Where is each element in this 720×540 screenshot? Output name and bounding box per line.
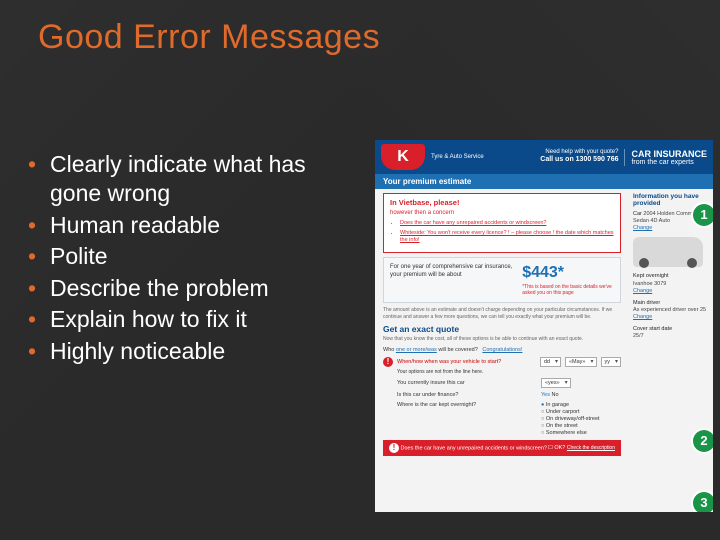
kept-option[interactable]: In garage: [541, 402, 600, 408]
congrats-link[interactable]: Congratulations!: [482, 347, 522, 353]
who-prefix: Who: [383, 347, 394, 353]
dob-subline: Your options are not from the line here.: [397, 369, 621, 375]
help-label: Need help with your quote?: [540, 149, 618, 156]
who-line: Who one or more/was will be covered? Con…: [383, 347, 621, 353]
dob-year-select[interactable]: yy: [601, 357, 622, 367]
premium-price: $443*: [522, 264, 614, 282]
sidebar-change-link[interactable]: Change: [633, 288, 652, 294]
product-name-sub: from the car experts: [631, 159, 707, 166]
help-phone: Call us on 1300 590 766: [540, 156, 618, 164]
bullet-item: Explain how to fix it: [22, 305, 362, 334]
callout-badge-3: 3: [693, 492, 713, 512]
brand-logo-icon: K: [381, 144, 425, 170]
sidebar-title: Information you have provided: [633, 193, 707, 207]
kept-option[interactable]: On the street: [541, 423, 600, 429]
who-suffix: will be covered?: [438, 347, 477, 353]
sidebar-overnight-value: Ivanhoe 3079: [633, 281, 666, 287]
premium-estimate-box: For one year of comprehensive car insura…: [383, 257, 621, 303]
sidebar-cover-value: 25/7: [633, 333, 644, 339]
who-link[interactable]: one or more/was: [396, 347, 437, 353]
help-block: Need help with your quote? Call us on 13…: [540, 149, 618, 165]
error-link[interactable]: Does the car have any unrepaired acciden…: [400, 220, 614, 227]
kept-option[interactable]: Under carport: [541, 409, 600, 415]
sidebar-driver-value: As experienced driver over 25: [633, 307, 706, 313]
question-finance: Is this car under finance? Yes No: [383, 392, 621, 398]
slide-title: Good Error Messages: [38, 18, 380, 57]
bullet-list: Clearly indicate what has gone wrong Hum…: [22, 150, 362, 368]
finance-no-radio[interactable]: No: [552, 392, 559, 398]
question-finance-label: Is this car under finance?: [397, 392, 537, 398]
error-badge-icon: !: [383, 357, 393, 367]
kept-option[interactable]: Somewhere else: [541, 430, 600, 436]
finance-yes-radio[interactable]: Yes: [541, 392, 550, 398]
dob-month-select[interactable]: «May»: [565, 357, 597, 367]
sidebar-cover-label: Cover start date: [633, 326, 672, 332]
insure-select[interactable]: «yes»: [541, 378, 571, 388]
info-sidebar: Information you have provided Car 2004 H…: [627, 189, 713, 462]
bullet-item: Describe the problem: [22, 274, 362, 303]
question-kept: Where is the car kept overnight? In gara…: [383, 402, 621, 436]
question-currently-insure: You currently insure this car «yes»: [383, 378, 621, 388]
footer-desc-link[interactable]: Check the description: [567, 445, 615, 451]
exact-quote-sub: Now that you know the cost, all of these…: [383, 336, 621, 343]
embedded-screenshot: K Tyre & Auto Service Need help with you…: [375, 140, 713, 512]
product-name-main: CAR INSURANCE: [631, 149, 707, 159]
kept-option[interactable]: On driveway/off-street: [541, 416, 600, 422]
premium-lead: For one year of comprehensive car insura…: [390, 264, 516, 280]
sidebar-car-label: Car: [633, 211, 642, 217]
sidebar-overnight-label: Kept overnight: [633, 273, 668, 279]
bullet-item: Clearly indicate what has gone wrong: [22, 150, 362, 209]
footer-ok-checkbox[interactable]: OK?: [548, 445, 565, 451]
error-subhead: however then a concern: [390, 210, 614, 216]
question-dob-label: When/how when was your vehicle to start?: [397, 359, 536, 365]
question-dob: ! When/how when was your vehicle to star…: [383, 357, 621, 367]
brand-subtitle: Tyre & Auto Service: [431, 154, 484, 161]
car-illustration-icon: [633, 237, 703, 267]
sidebar-driver-label: Main driver: [633, 300, 660, 306]
premium-footnote: *This is based on the basic details we'v…: [522, 284, 614, 296]
error-heading: In Vietbase, please!: [390, 198, 614, 207]
exact-quote-heading: Get an exact quote: [383, 324, 621, 334]
bullet-item: Highly noticeable: [22, 337, 362, 366]
callout-badge-2: 2: [693, 430, 713, 452]
error-badge-icon: !: [389, 443, 399, 453]
question-kept-label: Where is the car kept overnight?: [397, 402, 537, 408]
sidebar-change-link[interactable]: Change: [633, 225, 652, 231]
sidebar-change-link[interactable]: Change: [633, 314, 652, 320]
product-name: CAR INSURANCE from the car experts: [624, 149, 707, 166]
callout-badge-1: 1: [693, 204, 713, 226]
section-bar-premium: Your premium estimate: [375, 174, 713, 189]
question-insure-label: You currently insure this car: [397, 380, 537, 386]
bullet-item: Human readable: [22, 211, 362, 240]
dob-day-select[interactable]: dd: [540, 357, 561, 367]
error-banner: In Vietbase, please! however then a conc…: [383, 193, 621, 253]
footer-error-text: Does the car have any unrepaired acciden…: [401, 445, 547, 451]
error-footer-band: ! Does the car have any unrepaired accid…: [383, 440, 621, 456]
bullet-item: Polite: [22, 242, 362, 271]
error-link[interactable]: Whiteside: You won't receive every licen…: [400, 230, 614, 244]
site-header: K Tyre & Auto Service Need help with you…: [375, 140, 713, 174]
fine-print: The amount above is an estimate and does…: [383, 307, 621, 320]
